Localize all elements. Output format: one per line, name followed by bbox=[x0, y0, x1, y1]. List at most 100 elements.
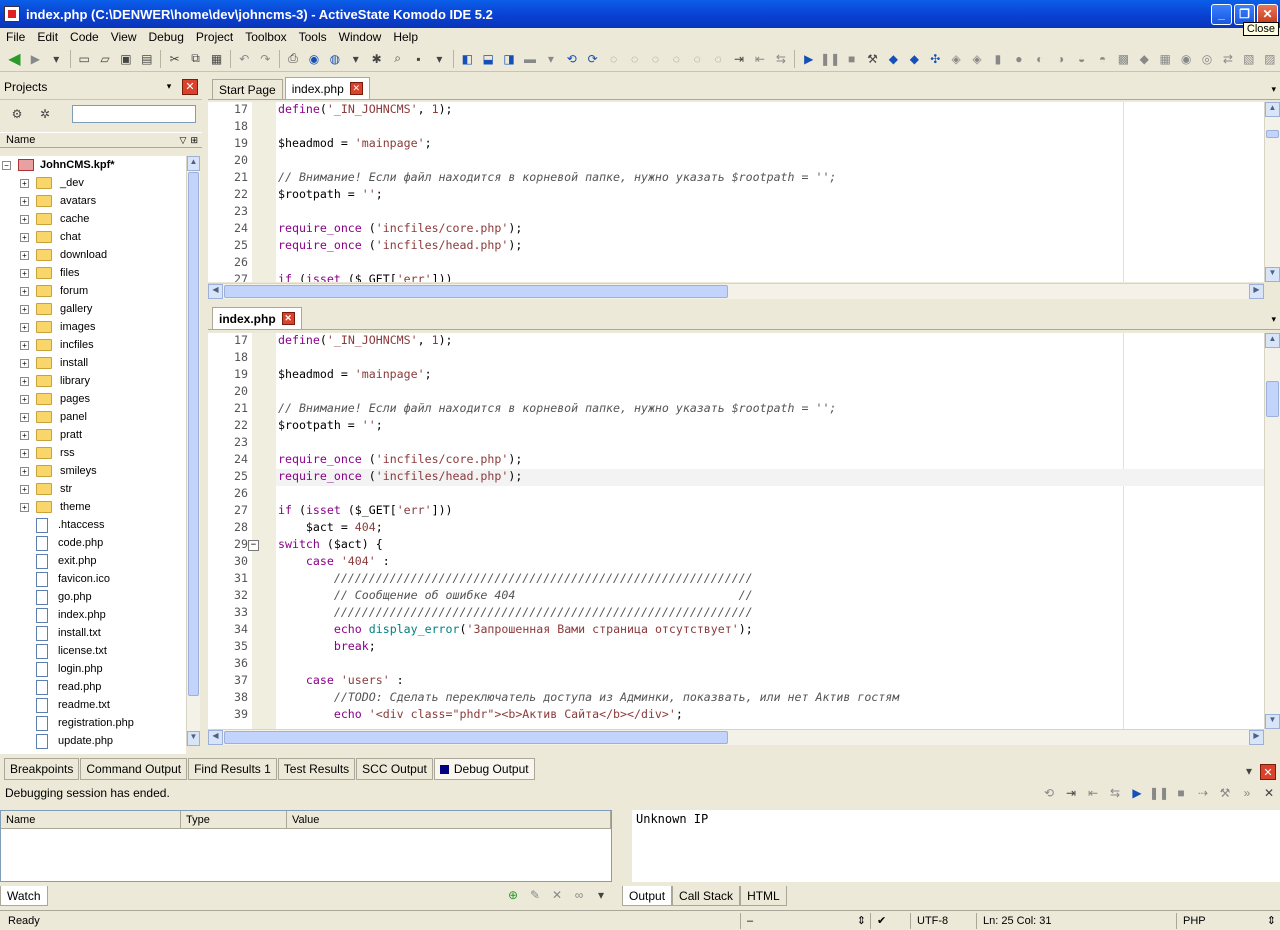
tree-folder[interactable]: + gallery bbox=[0, 300, 186, 318]
tree-folder[interactable]: + panel bbox=[0, 408, 186, 426]
tree-folder[interactable]: + images bbox=[0, 318, 186, 336]
top-editor-vscroll[interactable]: ▲ ▼ bbox=[1264, 102, 1280, 282]
paste-icon[interactable]: ▦ bbox=[208, 50, 225, 68]
expand-icon[interactable]: + bbox=[20, 412, 29, 422]
scc8-icon[interactable]: ◌ bbox=[710, 50, 727, 68]
expand-icon[interactable]: + bbox=[20, 214, 29, 224]
tree-folder[interactable]: + rss bbox=[0, 444, 186, 462]
close-tab-icon[interactable]: ✕ bbox=[349, 82, 363, 95]
pause-icon[interactable]: ❚❚ bbox=[820, 50, 840, 68]
tree-folder[interactable]: + cache bbox=[0, 210, 186, 228]
scc6-icon[interactable]: ◌ bbox=[668, 50, 685, 68]
stop-icon[interactable]: ■ bbox=[843, 50, 860, 68]
debug-step-in-icon[interactable]: ⇥ bbox=[1062, 784, 1080, 802]
tab-html[interactable]: HTML bbox=[740, 886, 787, 906]
menu-window[interactable]: Window bbox=[333, 30, 388, 44]
debug-bug-icon[interactable]: ✱ bbox=[368, 50, 385, 68]
scc2-icon[interactable]: ⟳ bbox=[584, 50, 601, 68]
project-add-dropdown-icon[interactable]: ✲ bbox=[36, 105, 54, 123]
status-dash-selector[interactable]: – ⇕ bbox=[740, 912, 870, 929]
tree-file[interactable]: code.php bbox=[0, 534, 186, 552]
menu-edit[interactable]: Edit bbox=[31, 30, 64, 44]
status-encoding[interactable]: UTF-8 bbox=[910, 912, 976, 929]
debug-restart-icon[interactable]: ⟲ bbox=[1040, 784, 1058, 802]
step-over-icon[interactable]: ⇤ bbox=[752, 50, 769, 68]
menu-toolbox[interactable]: Toolbox bbox=[239, 30, 292, 44]
find-icon[interactable]: ⌕ bbox=[389, 50, 406, 68]
status-language[interactable]: PHP ⇕ bbox=[1176, 912, 1280, 929]
tree-folder[interactable]: + library bbox=[0, 372, 186, 390]
watch-options-icon[interactable]: ∞ bbox=[570, 886, 588, 904]
add-watch-icon[interactable]: ⊕ bbox=[504, 886, 522, 904]
expand-icon[interactable]: + bbox=[20, 448, 29, 458]
tab-call-stack[interactable]: Call Stack bbox=[672, 886, 741, 906]
tool-o-icon[interactable]: ◉ bbox=[1178, 50, 1195, 68]
debug-step-over-icon[interactable]: ⇤ bbox=[1084, 784, 1102, 802]
expand-icon[interactable]: + bbox=[20, 196, 29, 206]
menu-debug[interactable]: Debug bbox=[143, 30, 190, 44]
tool-r-icon[interactable]: ▧ bbox=[1240, 50, 1257, 68]
redo-icon[interactable]: ↷ bbox=[257, 50, 274, 68]
tree-folder[interactable]: + install bbox=[0, 354, 186, 372]
column-type[interactable]: Type bbox=[181, 811, 287, 828]
open-file-icon[interactable]: ▱ bbox=[97, 50, 114, 68]
tool-j-icon[interactable]: ◒ bbox=[1073, 50, 1090, 68]
tree-file[interactable]: index.php bbox=[0, 606, 186, 624]
tree-folder[interactable]: + smileys bbox=[0, 462, 186, 480]
collapse-icon[interactable]: − bbox=[2, 160, 11, 170]
bottom-editor-hscroll[interactable]: ◀ ▶ bbox=[208, 729, 1264, 745]
menu-tools[interactable]: Tools bbox=[293, 30, 333, 44]
expand-icon[interactable]: + bbox=[20, 484, 29, 494]
tool-f-icon[interactable]: ▮ bbox=[990, 50, 1007, 68]
tab-start-page[interactable]: Start Page bbox=[212, 79, 283, 99]
tab-list-dropdown-icon[interactable]: ▾ bbox=[1271, 84, 1276, 95]
project-filter-input[interactable] bbox=[72, 105, 196, 123]
tree-folder[interactable]: + files bbox=[0, 264, 186, 282]
tool-e-icon[interactable]: ◈ bbox=[969, 50, 986, 68]
expand-icon[interactable]: + bbox=[20, 304, 29, 314]
tab-scc-output[interactable]: SCC Output bbox=[356, 758, 433, 780]
expand-icon[interactable]: + bbox=[20, 430, 29, 440]
column-value[interactable]: Value bbox=[287, 811, 611, 828]
tree-file[interactable]: license.txt bbox=[0, 642, 186, 660]
dropdown2-icon[interactable]: ▾ bbox=[431, 50, 448, 68]
scc3-icon[interactable]: ◌ bbox=[605, 50, 622, 68]
forward-icon[interactable]: ▶ bbox=[27, 50, 44, 68]
top-editor-hscroll[interactable]: ◀ ▶ bbox=[208, 283, 1264, 299]
history-dropdown-icon[interactable]: ▾ bbox=[48, 50, 65, 68]
menu-view[interactable]: View bbox=[105, 30, 143, 44]
tree-file[interactable]: read.php bbox=[0, 678, 186, 696]
back-icon[interactable]: ◀ bbox=[6, 50, 23, 68]
tool-l-icon[interactable]: ▩ bbox=[1115, 50, 1132, 68]
tab-output[interactable]: Output bbox=[622, 886, 673, 906]
project-settings-gear-icon[interactable]: ⚙ bbox=[8, 105, 26, 123]
expand-icon[interactable]: + bbox=[20, 394, 29, 404]
tab-debug-output[interactable]: Debug Output bbox=[433, 758, 535, 780]
menu-file[interactable]: File bbox=[0, 30, 31, 44]
tab-watch[interactable]: Watch bbox=[0, 886, 48, 906]
tab-index-php-top[interactable]: index.php ✕ bbox=[284, 77, 370, 99]
shell-icon[interactable]: ▪ bbox=[410, 50, 427, 68]
tree-file[interactable]: go.php bbox=[0, 588, 186, 606]
macro-icon[interactable]: ▬ bbox=[522, 50, 539, 68]
menu-project[interactable]: Project bbox=[190, 30, 239, 44]
tab-test-results[interactable]: Test Results bbox=[277, 758, 356, 780]
menu-code[interactable]: Code bbox=[64, 30, 105, 44]
tool-i-icon[interactable]: ◑ bbox=[1052, 50, 1069, 68]
bottom-editor[interactable]: 17 define('_IN_JOHNCMS', 1); 18 19 $headmod … bbox=[208, 333, 1264, 729]
edit-watch-icon[interactable]: ✎ bbox=[526, 886, 544, 904]
print-icon[interactable]: ⎙ bbox=[285, 50, 302, 68]
tree-file[interactable]: update.php bbox=[0, 732, 186, 750]
expand-icon[interactable]: + bbox=[20, 502, 29, 512]
step-in-icon[interactable]: ⇥ bbox=[731, 50, 748, 68]
expand-icon[interactable]: + bbox=[20, 466, 29, 476]
tree-file[interactable]: login.php bbox=[0, 660, 186, 678]
tool-k-icon[interactable]: ◓ bbox=[1094, 50, 1111, 68]
debug-detach-icon[interactable]: ⇢ bbox=[1194, 784, 1212, 802]
tree-file[interactable]: exit.php bbox=[0, 552, 186, 570]
fold-toggle-icon[interactable]: − bbox=[248, 540, 259, 551]
tab-index-php-bottom[interactable]: index.php ✕ bbox=[212, 307, 302, 329]
undo-icon[interactable]: ↶ bbox=[236, 50, 253, 68]
tool-a-icon[interactable]: ◆ bbox=[885, 50, 902, 68]
bottom-pane-dropdown-icon[interactable]: ▾ bbox=[1240, 762, 1258, 780]
